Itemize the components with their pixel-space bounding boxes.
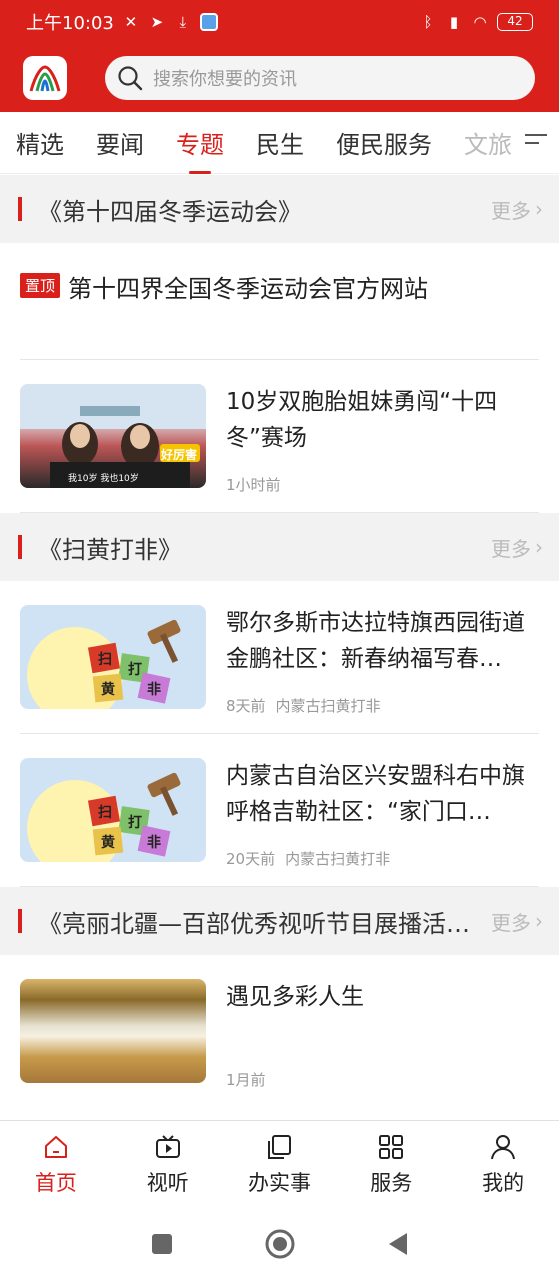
tab-zhuanti[interactable]: 专题 bbox=[176, 125, 224, 160]
news-thumbnail: 扫 打 黄 非 bbox=[20, 605, 206, 709]
download-icon: ⤓ bbox=[179, 13, 187, 31]
thumb-caption: 我10岁 我也10岁 bbox=[68, 474, 139, 484]
nav-profile[interactable]: 我的 bbox=[447, 1121, 559, 1208]
app-logo[interactable] bbox=[23, 56, 67, 100]
nav-label: 首页 bbox=[34, 1171, 77, 1195]
thumb-word: 扫 bbox=[98, 652, 112, 668]
thumb-word: 黄 bbox=[101, 835, 115, 851]
bottom-nav: 首页 视听 办实事 服务 我的 bbox=[0, 1120, 559, 1208]
wifi-icon: ◠ bbox=[473, 13, 487, 31]
nav-label: 视听 bbox=[146, 1171, 189, 1195]
news-time: 8天前 bbox=[226, 697, 266, 715]
news-meta: 20天前 内蒙古扫黄打非 bbox=[226, 848, 539, 869]
more-link[interactable]: 更多 › bbox=[491, 195, 543, 224]
recents-button[interactable] bbox=[150, 1232, 174, 1256]
thumb-word: 非 bbox=[147, 682, 161, 698]
news-time: 20天前 bbox=[226, 850, 276, 868]
nav-label: 服务 bbox=[370, 1171, 413, 1195]
search-placeholder: 搜索你想要的资讯 bbox=[153, 69, 297, 90]
thumb-word: 非 bbox=[147, 835, 161, 851]
section-header: 《亮丽北疆—百部优秀视听节目展播活… 更多 › bbox=[0, 887, 559, 955]
thumb-word: 打 bbox=[128, 662, 142, 678]
news-time: 1小时前 bbox=[226, 476, 281, 494]
thumb-word: 打 bbox=[128, 815, 142, 831]
pinned-badge: 置顶 bbox=[20, 273, 61, 298]
chevron-right-icon: › bbox=[535, 535, 543, 559]
news-meta: 8天前 内蒙古扫黄打非 bbox=[226, 695, 539, 716]
grid-icon bbox=[379, 1135, 404, 1159]
home-icon bbox=[44, 1136, 67, 1158]
section-accent-bar bbox=[18, 197, 22, 221]
section-title: 《第十四届冬季运动会》 bbox=[38, 197, 302, 226]
section-header: 《第十四届冬季运动会》 更多 › bbox=[0, 175, 559, 243]
news-title: 鄂尔多斯市达拉特旗西园街道金鹏社区：新春纳福写春… bbox=[226, 610, 525, 672]
list-item[interactable]: 扫 打 黄 非 内蒙古自治区兴安盟科右中旗呼格吉勒社区：“家门口… 20天前 内蒙… bbox=[20, 734, 539, 887]
section-title: 《扫黄打非》 bbox=[38, 535, 182, 564]
news-meta: 1月前 bbox=[226, 1069, 539, 1090]
nav-home[interactable]: 首页 bbox=[0, 1121, 112, 1208]
app-header: 搜索你想要的资讯 bbox=[0, 44, 559, 112]
section-accent-bar bbox=[18, 909, 22, 933]
pinned-title: 第十四界全国冬季运动会官方网站 bbox=[68, 275, 429, 303]
battery-icon: 42 bbox=[497, 13, 533, 31]
pinned-item[interactable]: 置顶 第十四界全国冬季运动会官方网站 bbox=[20, 243, 539, 360]
news-title: 10岁双胞胎姐妹勇闯“十四冬”赛场 bbox=[226, 389, 498, 451]
status-bar: 上午10:03 ✕ ➤ ⤓ ᛒ ▮ ◠ 42 bbox=[0, 0, 559, 44]
section-title: 《亮丽北疆—百部优秀视听节目展播活… bbox=[38, 909, 470, 938]
thumb-word: 扫 bbox=[98, 805, 112, 821]
nav-video[interactable]: 视听 bbox=[112, 1121, 224, 1208]
person-icon bbox=[491, 1135, 516, 1160]
more-link[interactable]: 更多 › bbox=[491, 907, 543, 936]
tab-jingxuan[interactable]: 精选 bbox=[16, 125, 64, 160]
signal-icon: ▮ bbox=[449, 13, 459, 31]
tab-minsheng[interactable]: 民生 bbox=[256, 125, 304, 160]
nav-services[interactable]: 服务 bbox=[335, 1121, 447, 1208]
section-header: 《扫黄打非》 更多 › bbox=[0, 513, 559, 581]
search-icon bbox=[118, 66, 143, 91]
list-item[interactable]: 扫 打 黄 非 鄂尔多斯市达拉特旗西园街道金鹏社区：新春纳福写春… 8天前 内蒙古… bbox=[20, 581, 539, 734]
system-nav-bar bbox=[0, 1208, 559, 1280]
chevron-right-icon: › bbox=[535, 909, 543, 933]
category-tabs: 精选 要闻 专题 民生 便民服务 文旅 bbox=[0, 112, 559, 174]
video-icon bbox=[155, 1135, 180, 1158]
nav-affairs[interactable]: 办实事 bbox=[224, 1121, 336, 1208]
news-title: 内蒙古自治区兴安盟科右中旗呼格吉勒社区：“家门口… bbox=[226, 763, 525, 825]
thumb-badge: 好厉害 bbox=[161, 448, 198, 462]
news-thumbnail: 扫 打 黄 非 bbox=[20, 758, 206, 862]
mute-icon: ✕ bbox=[124, 13, 138, 31]
news-source: 内蒙古扫黄打非 bbox=[275, 697, 381, 715]
telegram-icon: ➤ bbox=[150, 13, 164, 31]
tab-menu-icon[interactable] bbox=[525, 134, 547, 150]
news-meta: 1小时前 bbox=[226, 474, 539, 495]
status-time: 上午10:03 bbox=[26, 13, 114, 34]
nav-label: 我的 bbox=[482, 1171, 525, 1195]
news-title: 遇见多彩人生 bbox=[226, 984, 364, 1010]
list-item[interactable]: 遇见多彩人生 1月前 bbox=[20, 955, 539, 1117]
nav-label: 办实事 bbox=[247, 1171, 311, 1195]
section-accent-bar bbox=[18, 535, 22, 559]
copy-icon bbox=[268, 1135, 292, 1159]
back-button[interactable] bbox=[386, 1231, 410, 1257]
news-thumbnail bbox=[20, 979, 206, 1083]
content-list[interactable]: 《第十四届冬季运动会》 更多 › 置顶 第十四界全国冬季运动会官方网站 好厉害 我… bbox=[0, 175, 559, 1120]
news-thumbnail: 好厉害 我10岁 我也10岁 bbox=[20, 384, 206, 488]
thumb-word: 黄 bbox=[101, 682, 115, 698]
app-notification-icon bbox=[199, 13, 218, 31]
home-button[interactable] bbox=[264, 1228, 296, 1260]
list-item[interactable]: 好厉害 我10岁 我也10岁 10岁双胞胎姐妹勇闯“十四冬”赛场 1小时前 bbox=[20, 360, 539, 513]
search-bar[interactable]: 搜索你想要的资讯 bbox=[105, 56, 535, 100]
more-link[interactable]: 更多 › bbox=[491, 533, 543, 562]
bluetooth-icon: ᛒ bbox=[423, 13, 433, 31]
tab-wenlv[interactable]: 文旅 bbox=[464, 125, 512, 160]
tab-yaowen[interactable]: 要闻 bbox=[96, 125, 144, 160]
tab-bianmin-fuwu[interactable]: 便民服务 bbox=[336, 125, 432, 160]
news-time: 1月前 bbox=[226, 1071, 266, 1089]
chevron-right-icon: › bbox=[535, 197, 543, 221]
news-source: 内蒙古扫黄打非 bbox=[285, 850, 391, 868]
logo-icon bbox=[29, 65, 61, 92]
